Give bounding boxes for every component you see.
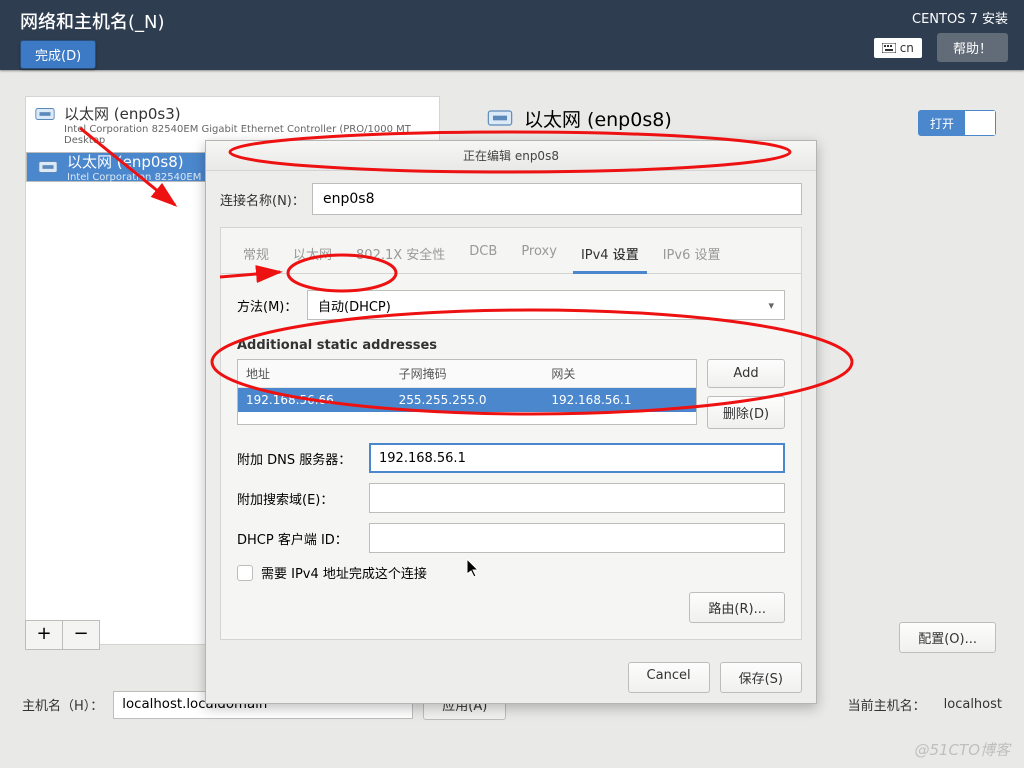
current-hostname-label: 当前主机名：: [848, 695, 926, 714]
keyboard-indicator[interactable]: cn: [874, 38, 922, 58]
tab-general[interactable]: 常规: [231, 238, 281, 273]
detail-header: 以太网 (enp0s8): [486, 104, 672, 132]
search-domain-label: 附加搜索域(E)：: [237, 489, 369, 508]
detail-title: 以太网 (enp0s8): [524, 105, 672, 132]
tab-8021x[interactable]: 802.1X 安全性: [344, 238, 457, 273]
col-address: 地址: [238, 360, 391, 388]
remove-nic-button[interactable]: −: [62, 620, 100, 650]
cell-gateway: 192.168.56.1: [543, 388, 696, 412]
connection-switch[interactable]: 打开: [918, 110, 996, 136]
dhcp-client-input[interactable]: [369, 523, 785, 553]
nic-name: 以太网 (enp0s8): [67, 151, 212, 172]
configure-button[interactable]: 配置(O)...: [899, 622, 996, 653]
top-bar: 网络和主机名(_N) 完成(D) CENTOS 7 安装 cn 帮助！: [0, 0, 1024, 70]
hostname-label: 主机名（H）：: [22, 695, 103, 714]
method-label: 方法(M)：: [237, 296, 307, 315]
delete-address-button[interactable]: 删除(D): [707, 396, 785, 429]
ethernet-icon: [486, 104, 514, 132]
col-netmask: 子网掩码: [391, 360, 544, 388]
save-button[interactable]: 保存(S): [720, 662, 802, 693]
settings-tabs: 常规 以太网 802.1X 安全性 DCB Proxy IPv4 设置 IPv6…: [221, 228, 801, 274]
edit-connection-dialog: 正在编辑 enp0s8 连接名称(N)： 常规 以太网 802.1X 安全性 D…: [205, 140, 817, 704]
ethernet-icon: [34, 103, 56, 125]
cancel-button[interactable]: Cancel: [628, 662, 710, 693]
cell-address: 192.168.56.66: [238, 388, 391, 412]
method-select[interactable]: 自动(DHCP): [307, 290, 785, 320]
tab-ethernet[interactable]: 以太网: [281, 238, 344, 273]
nic-desc: Intel Corporation 82540EM G: [67, 172, 212, 183]
tab-ipv4[interactable]: IPv4 设置: [569, 238, 651, 273]
switch-label: 打开: [919, 111, 965, 135]
watermark: @51CTO博客: [914, 739, 1010, 760]
address-row[interactable]: 192.168.56.66 255.255.255.0 192.168.56.1: [238, 388, 696, 412]
cursor-icon: [467, 559, 481, 579]
installer-label: CENTOS 7 安装: [874, 8, 1008, 27]
static-addresses-title: Additional static addresses: [237, 338, 785, 353]
tab-ipv6[interactable]: IPv6 设置: [651, 238, 733, 273]
tab-dcb[interactable]: DCB: [457, 238, 509, 273]
add-nic-button[interactable]: +: [25, 620, 63, 650]
dns-label: 附加 DNS 服务器：: [237, 449, 369, 468]
keyboard-icon: [882, 43, 896, 53]
current-hostname-value: localhost: [944, 697, 1002, 712]
cell-netmask: 255.255.255.0: [391, 388, 544, 412]
connection-name-input[interactable]: [312, 183, 802, 215]
require-ipv4-checkbox[interactable]: [237, 565, 253, 581]
switch-knob: [965, 111, 995, 135]
dialog-title: 正在编辑 enp0s8: [206, 141, 816, 171]
page-title: 网络和主机名(_N): [0, 0, 1024, 38]
address-table[interactable]: 地址 子网掩码 网关 192.168.56.66 255.255.255.0 1…: [237, 359, 697, 425]
help-button[interactable]: 帮助！: [937, 33, 1008, 62]
ethernet-icon: [37, 156, 59, 178]
tab-proxy[interactable]: Proxy: [509, 238, 569, 273]
search-domain-input[interactable]: [369, 483, 785, 513]
require-ipv4-label: 需要 IPv4 地址完成这个连接: [261, 563, 427, 582]
done-button[interactable]: 完成(D): [20, 40, 96, 69]
col-gateway: 网关: [543, 360, 696, 388]
nic-name: 以太网 (enp0s3): [64, 103, 431, 124]
connection-name-label: 连接名称(N)：: [220, 190, 312, 209]
dhcp-client-label: DHCP 客户端 ID：: [237, 529, 369, 548]
dns-input[interactable]: [369, 443, 785, 473]
routes-button[interactable]: 路由(R)...: [689, 592, 785, 623]
add-address-button[interactable]: Add: [707, 359, 785, 388]
